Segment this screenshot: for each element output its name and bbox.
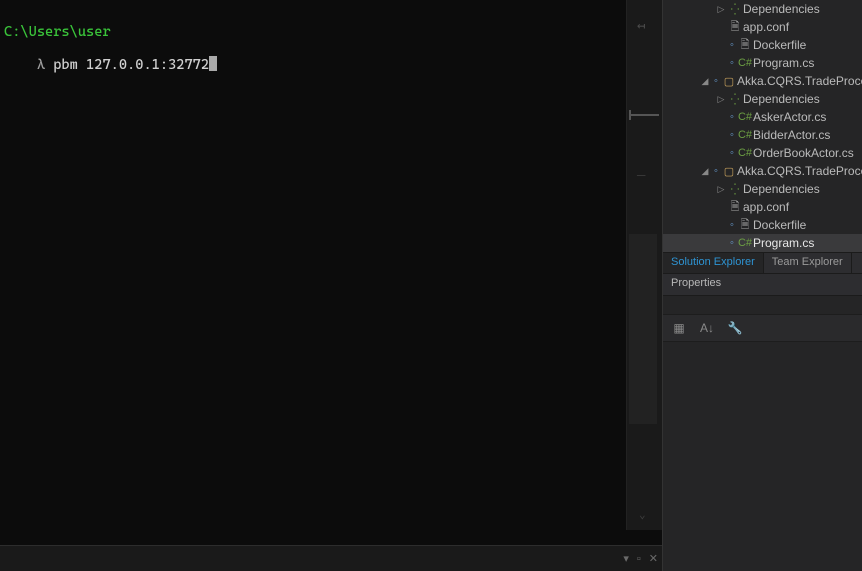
panel-dropdown-icon[interactable]: ▾ — [619, 552, 633, 565]
source-control-icon: ◦ — [727, 237, 737, 249]
doc-icon: 🗎 — [727, 18, 743, 36]
tree-item-label: BidderActor.cs — [753, 128, 862, 142]
solution-explorer-tree[interactable]: ▷⁛Dependencies🗎app.conf◦🗎Dockerfile◦C#Pr… — [663, 0, 862, 252]
tree-item[interactable]: ◦C#Program.cs — [663, 234, 862, 252]
tree-item[interactable]: ◢◦▢Akka.CQRS.TradeProces — [663, 162, 862, 180]
tree-item-label: Dependencies — [743, 92, 862, 106]
source-control-icon: ◦ — [711, 75, 721, 87]
terminal-command[interactable]: pbm 127.0.0.1:32772 — [53, 57, 209, 73]
ref-icon: ⁛ — [727, 3, 743, 16]
side-panel-tabs: Solution ExplorerTeam Explorer — [663, 252, 862, 274]
cs-icon: C# — [737, 147, 753, 159]
tree-item[interactable]: 🗎app.conf — [663, 18, 862, 36]
terminal[interactable]: C:\Users\user λ pbm 127.0.0.1:32772 ↤ — … — [0, 0, 662, 571]
tree-item-label: Program.cs — [753, 236, 862, 250]
source-control-icon: ◦ — [711, 165, 721, 177]
tree-item-label: app.conf — [743, 200, 862, 214]
terminal-cwd: C:\Users\user — [4, 24, 111, 40]
doc-icon: 🗎 — [737, 216, 753, 234]
chevron-icon[interactable]: ◢ — [699, 76, 711, 87]
tree-item[interactable]: ◦C#AskerActor.cs — [663, 108, 862, 126]
chevron-icon[interactable]: ▷ — [715, 4, 727, 15]
tree-item[interactable]: ▷⁛Dependencies — [663, 180, 862, 198]
cs-icon: C# — [737, 129, 753, 141]
panel-close-icon[interactable]: ✕ — [645, 552, 662, 565]
properties-toolbar: ▦ A↓ 🔧 — [663, 314, 862, 342]
minimap[interactable]: ↤ — ⌄ — [626, 0, 662, 530]
source-control-icon: ◦ — [727, 219, 737, 231]
ref-icon: ⁛ — [727, 93, 743, 106]
chevron-icon[interactable]: ▷ — [715, 94, 727, 105]
tree-item[interactable]: ▷⁛Dependencies — [663, 90, 862, 108]
tree-item-label: Dockerfile — [753, 218, 862, 232]
doc-icon: 🗎 — [737, 36, 753, 54]
tree-item-label: app.conf — [743, 20, 862, 34]
tree-item-label: Akka.CQRS.TradeProces — [737, 164, 862, 178]
minimap-scroll-down-icon[interactable]: ⌄ — [639, 508, 646, 522]
proj-icon: ▢ — [721, 165, 737, 178]
tree-item-label: Program.cs — [753, 56, 862, 70]
prompt-symbol: λ — [37, 57, 45, 73]
tree-item[interactable]: ◢◦▢Akka.CQRS.TradeProces — [663, 72, 862, 90]
side-tab[interactable]: Team Explorer — [764, 253, 852, 273]
cs-icon: C# — [737, 57, 753, 69]
tree-item[interactable]: ◦C#BidderActor.cs — [663, 126, 862, 144]
cs-icon: C# — [737, 237, 753, 249]
source-control-icon: ◦ — [727, 57, 737, 69]
minimap-marker-arrow: ↤ — [637, 18, 645, 35]
cs-icon: C# — [737, 111, 753, 123]
tree-item[interactable]: ◦C#OrderBookActor.cs — [663, 144, 862, 162]
source-control-icon: ◦ — [727, 147, 737, 159]
minimap-viewport[interactable] — [629, 234, 657, 424]
source-control-icon: ◦ — [727, 39, 737, 51]
wrench-icon[interactable]: 🔧 — [725, 318, 745, 338]
proj-icon: ▢ — [721, 75, 737, 88]
chevron-icon[interactable]: ◢ — [699, 166, 711, 177]
tree-item[interactable]: ◦🗎Dockerfile — [663, 216, 862, 234]
chevron-icon[interactable]: ▷ — [715, 184, 727, 195]
properties-header: Properties — [663, 274, 862, 296]
side-panel: ▷⁛Dependencies🗎app.conf◦🗎Dockerfile◦C#Pr… — [662, 0, 862, 571]
tree-item-label: Dependencies — [743, 2, 862, 16]
properties-body — [663, 342, 862, 571]
ref-icon: ⁛ — [727, 183, 743, 196]
tree-item-label: OrderBookActor.cs — [753, 146, 862, 160]
tree-item[interactable]: ▷⁛Dependencies — [663, 0, 862, 18]
tree-item[interactable]: ◦C#Program.cs — [663, 54, 862, 72]
minimap-marker-bracket — [629, 114, 659, 120]
minimap-marker-line: — — [637, 168, 645, 184]
tree-item[interactable]: 🗎app.conf — [663, 198, 862, 216]
cursor — [209, 56, 217, 71]
source-control-icon: ◦ — [727, 111, 737, 123]
tree-item[interactable]: ◦🗎Dockerfile — [663, 36, 862, 54]
tree-item-label: Akka.CQRS.TradeProces — [737, 74, 862, 88]
side-tab[interactable]: Solution Explorer — [663, 253, 764, 273]
tree-item-label: AskerActor.cs — [753, 110, 862, 124]
source-control-icon: ◦ — [727, 129, 737, 141]
panel-pin-icon[interactable]: ▫ — [633, 553, 645, 565]
output-panel-titlebar: ▾ ▫ ✕ — [0, 545, 662, 571]
tree-item-label: Dependencies — [743, 182, 862, 196]
alphabetical-icon[interactable]: A↓ — [697, 318, 717, 338]
doc-icon: 🗎 — [727, 198, 743, 216]
categorized-icon[interactable]: ▦ — [669, 318, 689, 338]
tree-item-label: Dockerfile — [753, 38, 862, 52]
